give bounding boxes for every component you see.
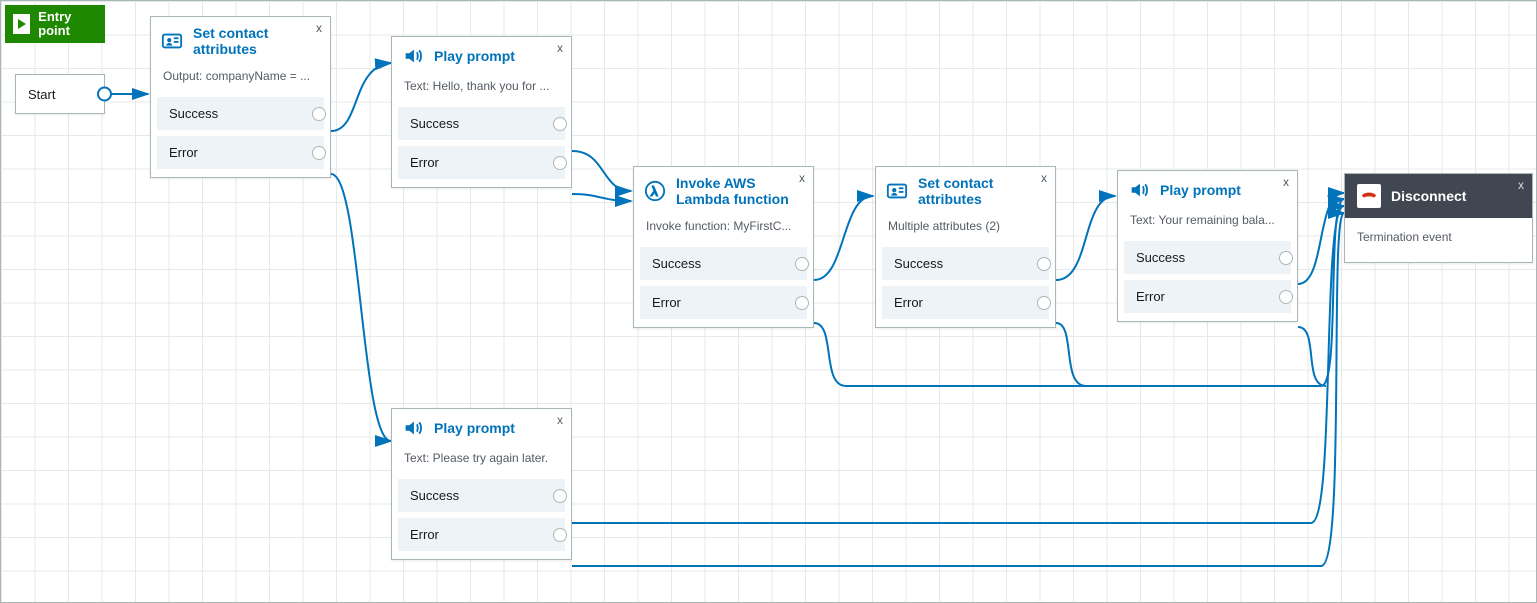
block-subtitle: Invoke function: MyFirstC... [634, 213, 813, 243]
outcome-success[interactable]: Success [398, 107, 565, 140]
block-title: Set contact attributes [193, 25, 320, 57]
block-disconnect[interactable]: x Disconnect Termination event [1344, 173, 1533, 263]
block-subtitle: Output: companyName = ... [151, 63, 330, 93]
output-port[interactable] [97, 87, 112, 102]
start-node[interactable]: Start [15, 74, 105, 114]
output-port[interactable] [553, 117, 567, 131]
block-set-contact-attributes-1[interactable]: x Set contact attributes Output: company… [150, 16, 331, 178]
speaker-icon [1128, 179, 1150, 201]
entry-arrow-icon [13, 14, 30, 34]
close-icon[interactable]: x [799, 171, 805, 185]
output-port[interactable] [795, 296, 809, 310]
outcome-success[interactable]: Success [640, 247, 807, 280]
outcome-success[interactable]: Success [398, 479, 565, 512]
output-port[interactable] [553, 489, 567, 503]
close-icon[interactable]: x [1041, 171, 1047, 185]
outcome-success[interactable]: Success [882, 247, 1049, 280]
close-icon[interactable]: x [557, 41, 563, 55]
block-subtitle: Multiple attributes (2) [876, 213, 1055, 243]
outcome-error[interactable]: Error [882, 286, 1049, 319]
block-play-prompt-hello[interactable]: x Play prompt Text: Hello, thank you for… [391, 36, 572, 188]
block-play-prompt-error[interactable]: x Play prompt Text: Please try again lat… [391, 408, 572, 560]
speaker-icon [402, 417, 424, 439]
block-play-prompt-balance[interactable]: x Play prompt Text: Your remaining bala.… [1117, 170, 1298, 322]
disconnect-icon [1357, 184, 1381, 208]
block-title: Play prompt [1160, 182, 1241, 198]
contact-card-icon [886, 180, 908, 202]
output-port[interactable] [553, 156, 567, 170]
close-icon[interactable]: x [1518, 178, 1524, 192]
speaker-icon [402, 45, 424, 67]
block-title: Set contact attributes [918, 175, 1045, 207]
outcome-error[interactable]: Error [1124, 280, 1291, 313]
outcome-error[interactable]: Error [398, 518, 565, 551]
output-port[interactable] [795, 257, 809, 271]
block-subtitle: Termination event [1345, 218, 1532, 262]
block-subtitle: Text: Hello, thank you for ... [392, 73, 571, 103]
contact-card-icon [161, 30, 183, 52]
output-port[interactable] [553, 528, 567, 542]
block-subtitle: Text: Please try again later. [392, 445, 571, 475]
output-port[interactable] [1279, 290, 1293, 304]
entry-point-banner: Entry point [5, 5, 105, 43]
block-subtitle: Text: Your remaining bala... [1118, 207, 1297, 237]
lambda-icon [644, 180, 666, 202]
block-set-contact-attributes-2[interactable]: x Set contact attributes Multiple attrib… [875, 166, 1056, 328]
output-port[interactable] [1037, 296, 1051, 310]
outcome-error[interactable]: Error [398, 146, 565, 179]
output-port[interactable] [1037, 257, 1051, 271]
outcome-error[interactable]: Error [157, 136, 324, 169]
outcome-error[interactable]: Error [640, 286, 807, 319]
output-port[interactable] [312, 146, 326, 160]
block-title: Disconnect [1391, 188, 1466, 204]
close-icon[interactable]: x [1283, 175, 1289, 189]
output-port[interactable] [1279, 251, 1293, 265]
block-invoke-lambda[interactable]: x Invoke AWS Lambda function Invoke func… [633, 166, 814, 328]
entry-label: Entry point [38, 10, 97, 39]
outcome-success[interactable]: Success [1124, 241, 1291, 274]
flow-canvas[interactable]: Entry point Start x Set contact attribut… [0, 0, 1537, 603]
block-title: Invoke AWS Lambda function [676, 175, 803, 207]
close-icon[interactable]: x [557, 413, 563, 427]
block-title: Play prompt [434, 48, 515, 64]
outcome-success[interactable]: Success [157, 97, 324, 130]
start-label: Start [28, 87, 55, 102]
block-title: Play prompt [434, 420, 515, 436]
output-port[interactable] [312, 107, 326, 121]
close-icon[interactable]: x [316, 21, 322, 35]
